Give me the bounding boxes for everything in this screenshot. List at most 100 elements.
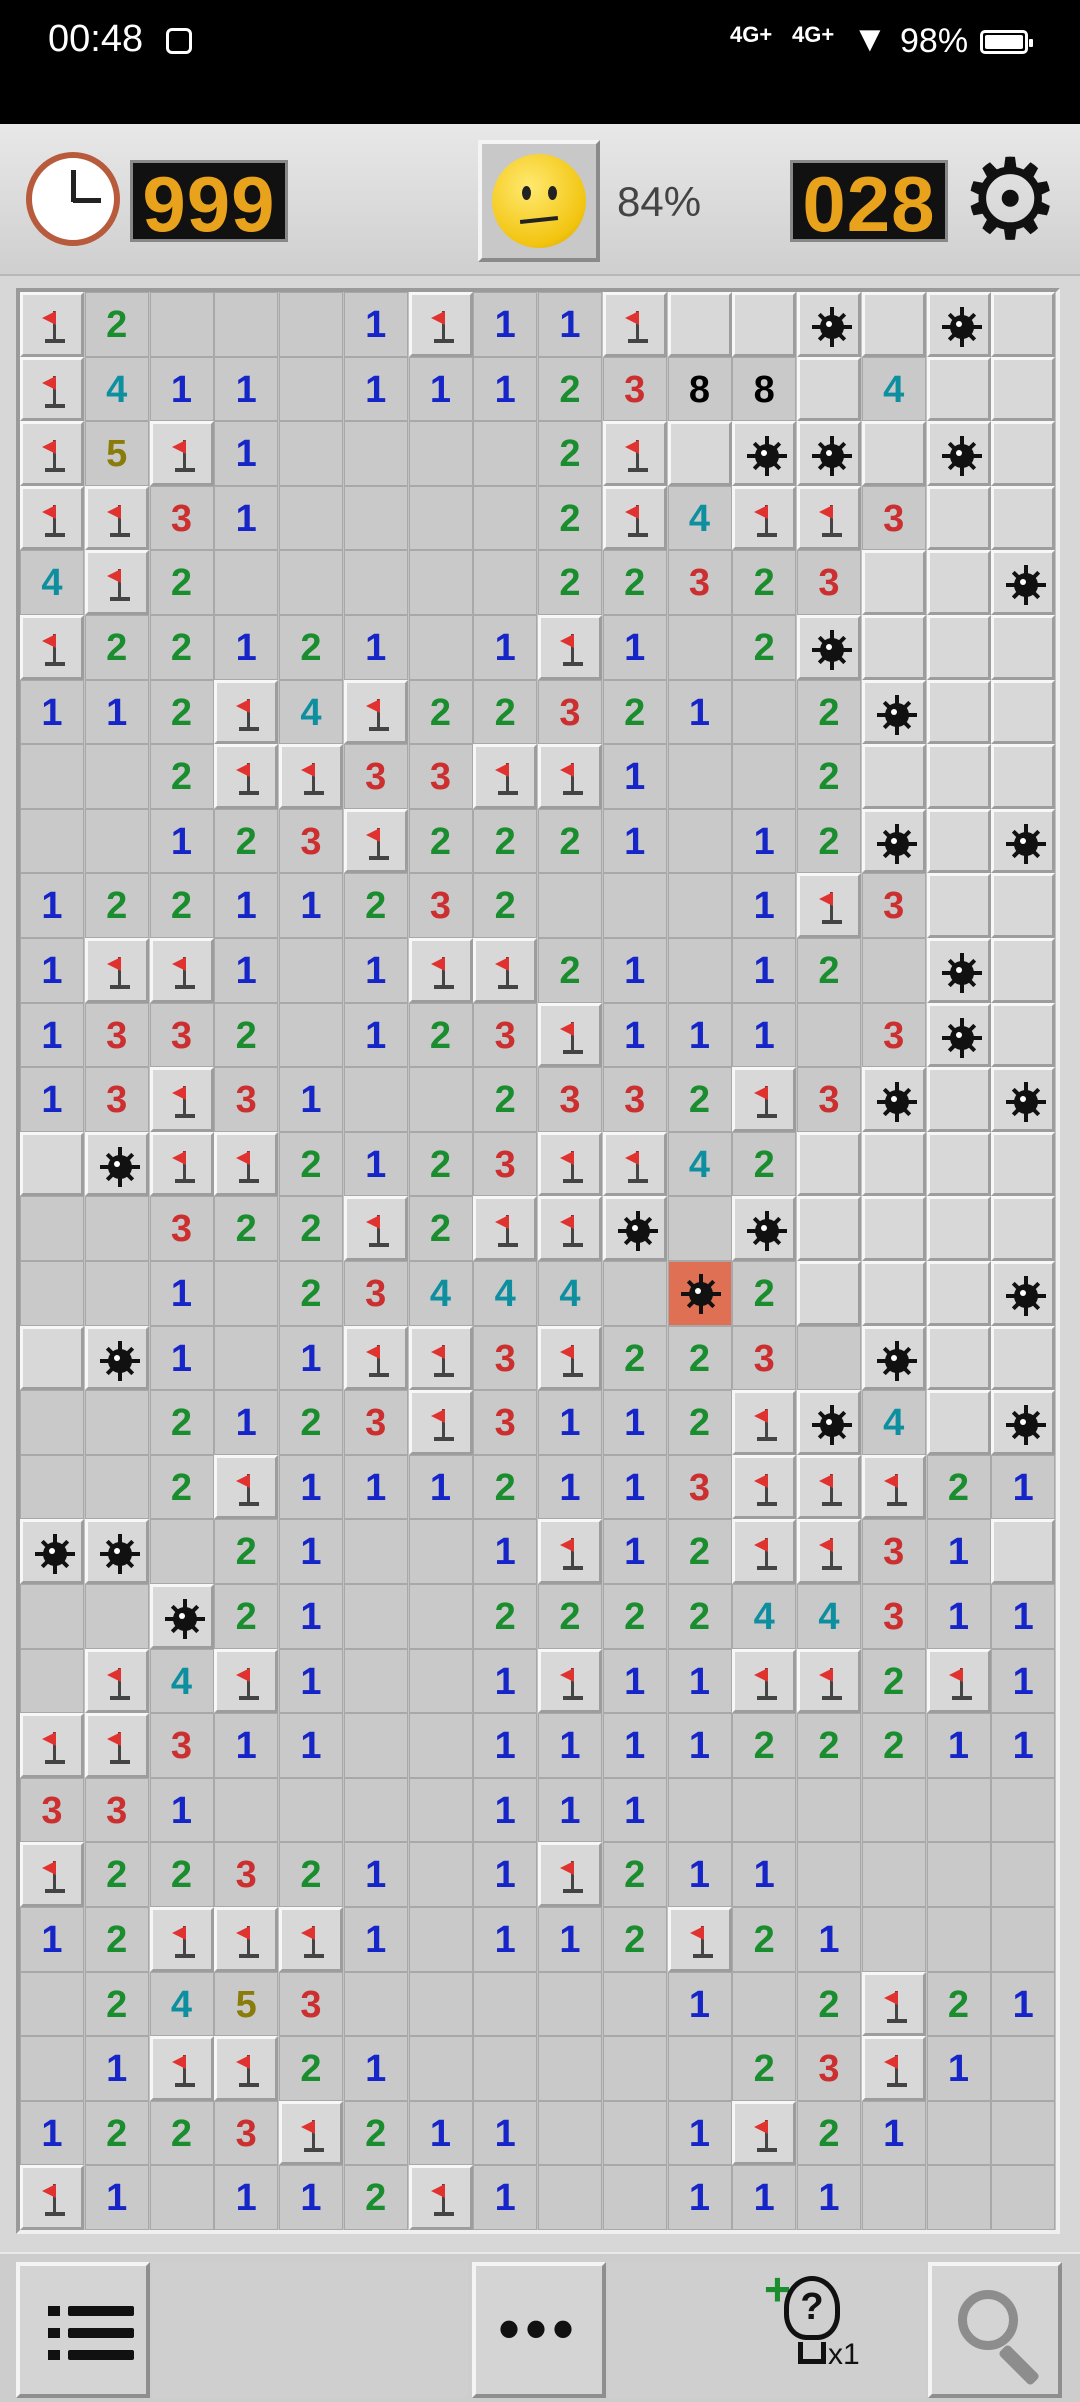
empty-cell[interactable]: [926, 1907, 991, 1972]
number-cell[interactable]: 2: [538, 1584, 602, 1649]
number-cell[interactable]: 1: [20, 1067, 84, 1132]
number-cell[interactable]: 1: [343, 1131, 408, 1197]
empty-cell[interactable]: [926, 2165, 991, 2230]
empty-cell[interactable]: [343, 421, 408, 486]
number-cell[interactable]: 1: [991, 1454, 1056, 1520]
empty-cell[interactable]: [343, 1584, 408, 1649]
flag-icon[interactable]: [20, 421, 84, 486]
number-cell[interactable]: 1: [991, 1713, 1056, 1778]
empty-cell[interactable]: [861, 2165, 926, 2230]
number-cell[interactable]: 1: [214, 356, 279, 422]
unopened-cell[interactable]: [926, 1196, 991, 1261]
number-cell[interactable]: 3: [84, 1777, 149, 1843]
number-cell[interactable]: 4: [667, 1131, 732, 1197]
empty-cell[interactable]: [732, 744, 797, 809]
empty-cell[interactable]: [538, 2165, 602, 2230]
unopened-cell[interactable]: [926, 615, 991, 680]
empty-cell[interactable]: [732, 1777, 797, 1843]
flag-icon[interactable]: [732, 1519, 797, 1584]
number-cell[interactable]: 1: [343, 2036, 408, 2101]
empty-cell[interactable]: [84, 1584, 149, 1649]
empty-cell[interactable]: [408, 550, 473, 615]
number-cell[interactable]: 2: [279, 615, 343, 680]
exploded-mine-icon[interactable]: [667, 1261, 732, 1326]
number-cell[interactable]: 1: [343, 615, 408, 680]
empty-cell[interactable]: [473, 1971, 538, 2037]
number-cell[interactable]: 1: [473, 356, 538, 422]
empty-cell[interactable]: [926, 1777, 991, 1843]
empty-cell[interactable]: [667, 615, 732, 680]
number-cell[interactable]: 3: [602, 1067, 667, 1132]
unopened-cell[interactable]: [991, 485, 1056, 551]
number-cell[interactable]: 4: [149, 1648, 214, 1714]
number-cell[interactable]: 1: [214, 485, 279, 551]
number-cell[interactable]: 2: [149, 1390, 214, 1455]
empty-cell[interactable]: [343, 1519, 408, 1584]
flag-icon[interactable]: [732, 1454, 797, 1520]
flag-icon[interactable]: [797, 485, 861, 551]
number-cell[interactable]: 1: [602, 1002, 667, 1068]
empty-cell[interactable]: [732, 1971, 797, 2037]
empty-cell[interactable]: [214, 1325, 279, 1391]
number-cell[interactable]: 2: [732, 550, 797, 615]
empty-cell[interactable]: [279, 1777, 343, 1843]
number-cell[interactable]: 2: [279, 2036, 343, 2101]
flag-icon[interactable]: [214, 1131, 279, 1197]
number-cell[interactable]: 1: [602, 1454, 667, 1520]
number-cell[interactable]: 2: [861, 1713, 926, 1778]
number-cell[interactable]: 1: [84, 2036, 149, 2101]
empty-cell[interactable]: [149, 1519, 214, 1584]
empty-cell[interactable]: [214, 550, 279, 615]
number-cell[interactable]: 3: [861, 1584, 926, 1649]
flag-icon[interactable]: [149, 1131, 214, 1197]
number-cell[interactable]: 2: [473, 873, 538, 938]
number-cell[interactable]: 2: [149, 1454, 214, 1520]
number-cell[interactable]: 1: [343, 1454, 408, 1520]
empty-cell[interactable]: [473, 2036, 538, 2101]
number-cell[interactable]: 3: [20, 1777, 84, 1843]
number-cell[interactable]: 1: [602, 1648, 667, 1714]
empty-cell[interactable]: [408, 1777, 473, 1843]
number-cell[interactable]: 2: [408, 1196, 473, 1261]
number-cell[interactable]: 2: [602, 550, 667, 615]
flag-icon[interactable]: [732, 1067, 797, 1132]
number-cell[interactable]: 2: [84, 292, 149, 357]
empty-cell[interactable]: [602, 2036, 667, 2101]
empty-cell[interactable]: [667, 873, 732, 938]
number-cell[interactable]: 2: [602, 1325, 667, 1391]
flag-icon[interactable]: [20, 1713, 84, 1778]
flag-icon[interactable]: [279, 2100, 343, 2166]
number-cell[interactable]: 1: [343, 1002, 408, 1068]
unopened-cell[interactable]: [991, 1196, 1056, 1261]
number-cell[interactable]: 2: [797, 808, 861, 874]
number-cell[interactable]: 2: [408, 808, 473, 874]
number-cell[interactable]: 4: [667, 485, 732, 551]
number-cell[interactable]: 1: [20, 873, 84, 938]
number-cell[interactable]: 1: [602, 938, 667, 1003]
number-cell[interactable]: 3: [473, 1131, 538, 1197]
unopened-cell[interactable]: [20, 1325, 84, 1391]
flag-icon[interactable]: [797, 1454, 861, 1520]
mine-icon[interactable]: [84, 1325, 149, 1391]
flag-icon[interactable]: [343, 679, 408, 745]
empty-cell[interactable]: [408, 1067, 473, 1132]
number-cell[interactable]: 2: [149, 679, 214, 745]
number-cell[interactable]: 1: [732, 808, 797, 874]
number-cell[interactable]: 2: [797, 1971, 861, 2037]
number-cell[interactable]: 1: [279, 1648, 343, 1714]
number-cell[interactable]: 5: [84, 421, 149, 486]
empty-cell[interactable]: [991, 1907, 1056, 1972]
number-cell[interactable]: 1: [343, 356, 408, 422]
number-cell[interactable]: 1: [214, 1390, 279, 1455]
unopened-cell[interactable]: [991, 1002, 1056, 1068]
number-cell[interactable]: 3: [797, 2036, 861, 2101]
unopened-cell[interactable]: [926, 744, 991, 809]
number-cell[interactable]: 1: [667, 2165, 732, 2230]
number-cell[interactable]: 2: [214, 1196, 279, 1261]
empty-cell[interactable]: [149, 2165, 214, 2230]
number-cell[interactable]: 2: [214, 808, 279, 874]
mine-icon[interactable]: [602, 1196, 667, 1261]
empty-cell[interactable]: [538, 873, 602, 938]
number-cell[interactable]: 3: [667, 550, 732, 615]
number-cell[interactable]: 2: [408, 1131, 473, 1197]
